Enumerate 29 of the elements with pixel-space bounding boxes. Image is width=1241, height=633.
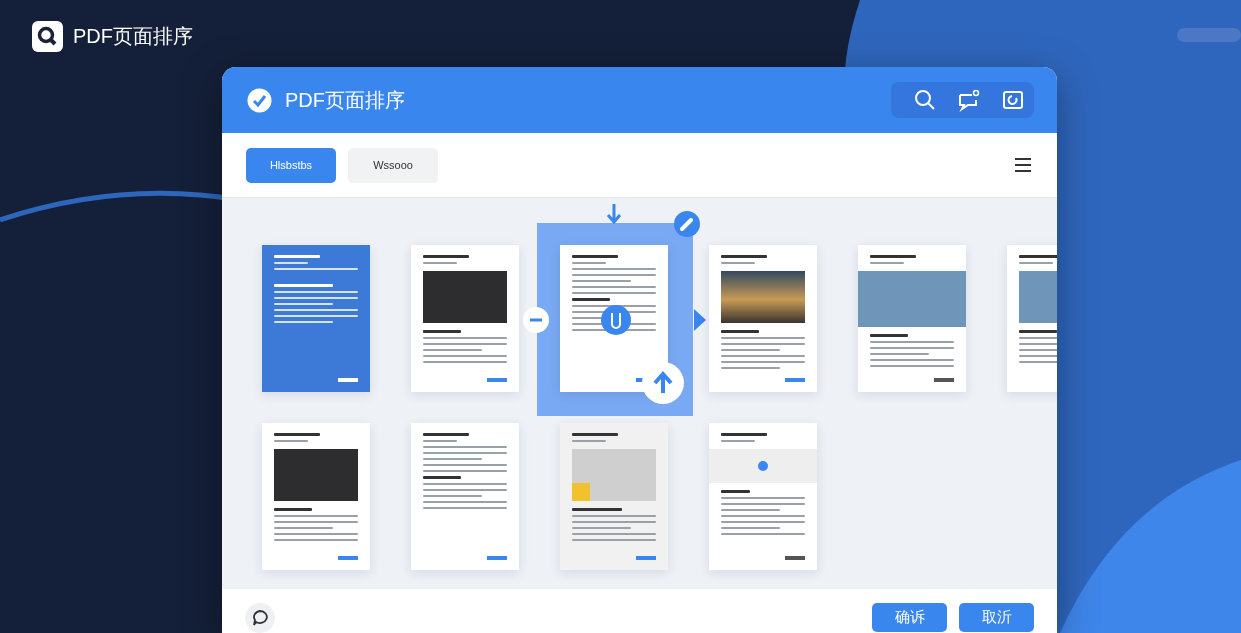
page-thumbnail[interactable]: [411, 245, 519, 392]
menu-icon[interactable]: [1015, 158, 1031, 172]
page-thumbnail[interactable]: [560, 423, 668, 570]
page-thumbnail[interactable]: [858, 245, 966, 392]
page-thumbnail[interactable]: [709, 245, 817, 392]
triangle-icon: [694, 309, 706, 331]
app-title: PDF页面排序: [73, 23, 193, 49]
chat-icon[interactable]: [245, 603, 275, 633]
footer-button[interactable]: 取沂: [959, 603, 1034, 632]
page-thumbnail[interactable]: [709, 423, 817, 570]
comment-edit-icon[interactable]: [957, 88, 981, 112]
refresh-icon[interactable]: [1001, 88, 1025, 112]
page-thumbnail[interactable]: [411, 423, 519, 570]
upload-icon[interactable]: [642, 362, 684, 404]
tab[interactable]: Hlsbstbs: [246, 147, 336, 183]
search-logo-icon: [32, 20, 63, 52]
arrow-down-icon: [606, 204, 622, 224]
page-thumbnail[interactable]: [262, 423, 370, 570]
status-pill: [1177, 28, 1241, 42]
window-title: PDF页面排序: [285, 87, 406, 113]
search-icon[interactable]: [913, 88, 937, 112]
drag-handle-icon[interactable]: [523, 307, 549, 333]
page-thumbnail[interactable]: [262, 245, 370, 392]
page-thumbnail[interactable]: [560, 245, 668, 392]
page-move-icon[interactable]: [601, 305, 631, 335]
tab[interactable]: Wssooo: [348, 147, 438, 183]
check-icon: [247, 87, 272, 113]
footer-button[interactable]: 确诉: [872, 603, 947, 632]
pen-icon[interactable]: [674, 211, 700, 237]
